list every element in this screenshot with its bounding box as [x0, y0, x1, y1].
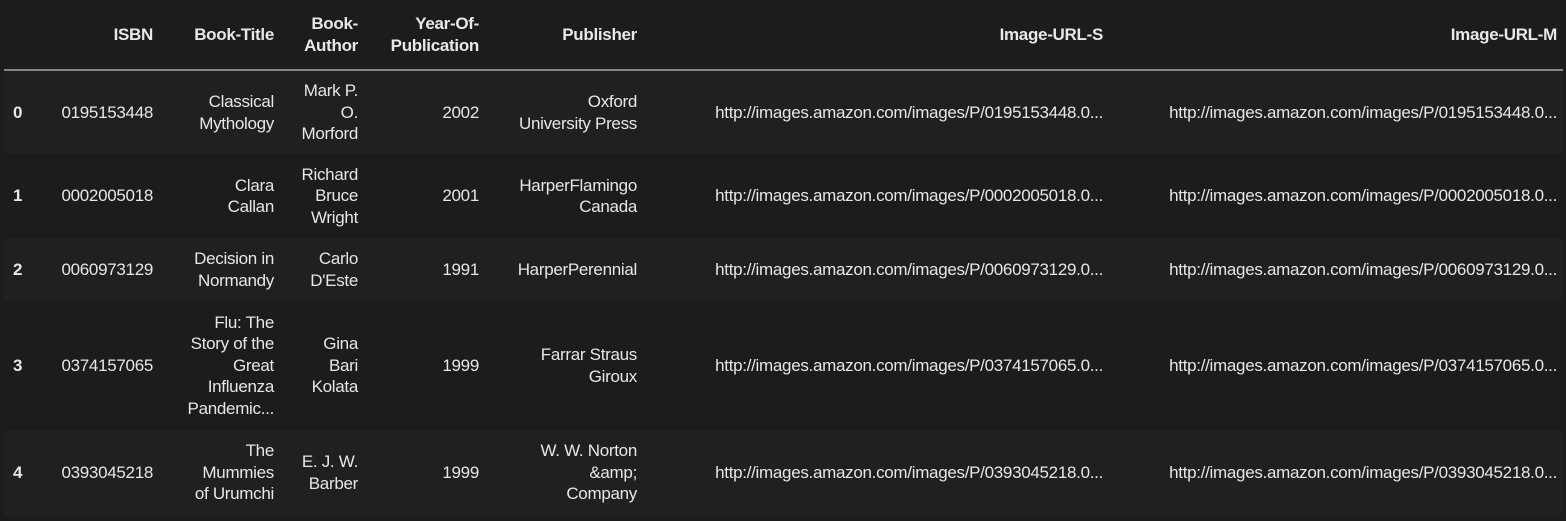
- row-index: 0: [13, 102, 23, 122]
- table-row: 2 0060973129 Decision in Normandy Carlo D'Est…: [4, 238, 1563, 301]
- cell-book-author-line: Morford: [301, 124, 359, 144]
- cell-book-title-line: Influenza: [207, 377, 275, 397]
- cell-publisher-line: HarperFlamingo: [519, 175, 637, 195]
- cell-publisher-line: W. W. Norton: [540, 441, 637, 461]
- cell-book-title-line: Normandy: [197, 270, 274, 290]
- cell-book-author: Gina Bari Kolata: [280, 301, 364, 430]
- header-image-url-s: Image-URL-S: [643, 0, 1109, 71]
- row-index: 4: [13, 462, 23, 482]
- cell-isbn: 0393045218: [61, 462, 153, 482]
- table-row: 4 0393045218 The Mummies of Urumchi E. J. W. B…: [4, 430, 1563, 515]
- cell-book-author-line: Wright: [310, 207, 358, 227]
- cell-image-url-s: http://images.amazon.com/images/P/000200…: [715, 186, 1103, 206]
- table-body: 0 0195153448 Classical Mythology Mark P. O. Mo…: [4, 70, 1563, 515]
- header-book-title: Book-Title: [159, 0, 280, 71]
- cell-publisher: HarperFlamingo Canada: [485, 154, 643, 238]
- cell-publisher: HarperPerennial: [485, 238, 643, 301]
- cell-book-title-line: Flu: The: [214, 312, 274, 332]
- cell-image-url-s: http://images.amazon.com/images/P/039304…: [715, 462, 1103, 482]
- cell-year: 1991: [442, 259, 479, 279]
- table-row: 3 0374157065 Flu: The Story of the Great Infl…: [4, 301, 1563, 430]
- cell-book-title-line: Mummies: [202, 462, 274, 482]
- header-year-of-publication: Year-Of- Publication: [364, 0, 485, 71]
- cell-image-url-s: http://images.amazon.com/images/P/006097…: [715, 259, 1103, 279]
- cell-book-title-line: Story of the: [190, 334, 275, 354]
- table-row: 0 0195153448 Classical Mythology Mark P. O. Mo…: [4, 70, 1563, 154]
- cell-image-url-s: http://images.amazon.com/images/P/037415…: [715, 355, 1103, 375]
- cell-publisher-line: &amp;: [589, 462, 637, 482]
- cell-book-title: Flu: The Story of the Great Influenza Pandem…: [159, 301, 280, 430]
- cell-publisher-line: Farrar Straus: [540, 345, 638, 364]
- header-publisher: Publisher: [485, 0, 643, 71]
- cell-book-title-line: Mythology: [199, 113, 274, 133]
- header-book-author-line: Author: [304, 35, 358, 55]
- cell-book-author-line: Bari: [328, 355, 358, 375]
- header-index: [4, 0, 33, 71]
- row-index: 1: [13, 186, 23, 206]
- cell-isbn: 0002005018: [61, 186, 153, 206]
- cell-isbn: 0060973129: [61, 259, 153, 279]
- cell-year: 1999: [442, 355, 479, 375]
- table-header: ISBN Book-Title Book- Author Year-Of- Pu…: [4, 0, 1563, 71]
- cell-book-title-line: Classical: [208, 92, 275, 111]
- cell-year: 2002: [442, 102, 479, 122]
- cell-image-url-m: http://images.amazon.com/images/P/006097…: [1169, 259, 1557, 279]
- header-row: ISBN Book-Title Book- Author Year-Of- Pu…: [4, 0, 1563, 71]
- cell-publisher-line: HarperPerennial: [517, 259, 638, 279]
- header-book-author-line: Book-: [311, 14, 358, 33]
- header-year-line: Year-Of-: [415, 14, 479, 33]
- cell-publisher-line: University Press: [518, 113, 637, 133]
- cell-image-url-s: http://images.amazon.com/images/P/019515…: [715, 102, 1103, 122]
- cell-book-author-line: Barber: [308, 473, 359, 493]
- dataframe-output: ISBN Book-Title Book- Author Year-Of- Pu…: [4, 0, 1563, 515]
- cell-book-title-line: The: [245, 441, 275, 461]
- cell-book-author-line: E. J. W.: [301, 452, 358, 471]
- cell-book-author-line: Richard: [301, 164, 359, 184]
- cell-book-title-line: Decision in: [194, 249, 274, 268]
- cell-year: 2001: [442, 186, 479, 206]
- table-row: 1 0002005018 Clara Callan Richard Bruce Wright…: [4, 154, 1563, 238]
- cell-book-title: Decision in Normandy: [159, 238, 280, 301]
- cell-book-author-line: Gina: [323, 334, 358, 354]
- cell-image-url-m: http://images.amazon.com/images/P/037415…: [1169, 355, 1557, 375]
- cell-book-author-line: Kolata: [311, 377, 359, 397]
- header-image-url-m: Image-URL-M: [1109, 0, 1563, 71]
- cell-book-title: Clara Callan: [159, 154, 280, 238]
- cell-book-title: Classical Mythology: [159, 70, 280, 154]
- cell-book-title: The Mummies of Urumchi: [159, 430, 280, 515]
- cell-publisher: W. W. Norton &amp; Company: [485, 430, 643, 515]
- cell-year: 1999: [442, 462, 479, 482]
- cell-book-author: Carlo D'Este: [280, 238, 364, 301]
- cell-publisher: Farrar Straus Giroux: [485, 301, 643, 430]
- cell-book-author-line: Bruce: [315, 186, 358, 206]
- cell-image-url-m: http://images.amazon.com/images/P/039304…: [1169, 462, 1557, 482]
- header-isbn: ISBN: [33, 0, 159, 71]
- cell-book-title-line: Clara: [234, 175, 274, 195]
- cell-book-title-line: of Urumchi: [194, 484, 274, 504]
- cell-publisher-line: Company: [566, 484, 637, 504]
- cell-book-author: Richard Bruce Wright: [280, 154, 364, 238]
- cell-book-title-line: Great: [232, 355, 274, 375]
- cell-isbn: 0374157065: [61, 355, 153, 375]
- cell-book-title-line: Pandemic...: [187, 398, 275, 418]
- cell-isbn: 0195153448: [61, 102, 153, 122]
- cell-book-author-line: O.: [340, 102, 359, 122]
- cell-image-url-m: http://images.amazon.com/images/P/019515…: [1169, 102, 1557, 122]
- cell-publisher-line: Giroux: [588, 366, 638, 386]
- row-index: 3: [13, 355, 23, 375]
- cell-book-author-line: Mark P.: [303, 81, 359, 101]
- cell-publisher: Oxford University Press: [485, 70, 643, 154]
- cell-book-author-line: D'Este: [310, 270, 358, 290]
- cell-image-url-m: http://images.amazon.com/images/P/000200…: [1169, 186, 1557, 206]
- cell-book-author: E. J. W. Barber: [280, 430, 364, 515]
- cell-book-title-line: Callan: [227, 197, 275, 216]
- header-book-author: Book- Author: [280, 0, 364, 71]
- dataframe-table: ISBN Book-Title Book- Author Year-Of- Pu…: [4, 0, 1563, 515]
- cell-publisher-line: Oxford: [587, 92, 638, 111]
- cell-book-author: Mark P. O. Morford: [280, 70, 364, 154]
- cell-book-author-line: Carlo: [318, 249, 358, 268]
- cell-publisher-line: Canada: [579, 197, 637, 216]
- row-index: 2: [13, 259, 23, 279]
- header-year-line: Publication: [390, 35, 480, 55]
